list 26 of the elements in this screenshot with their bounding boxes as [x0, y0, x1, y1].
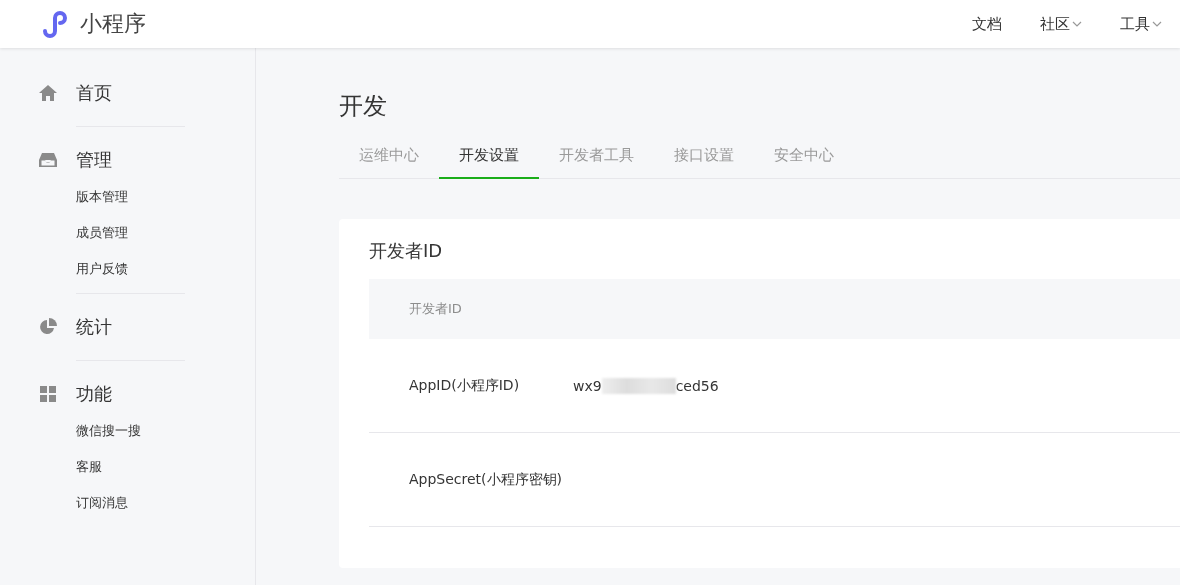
sidebar-item[interactable]: 首页 [76, 81, 112, 105]
field-value: wx9 [573, 377, 602, 394]
pie-chart-icon [38, 317, 58, 337]
tab[interactable]: 开发设置 [439, 146, 539, 179]
sidebar-item[interactable]: 统计 [76, 315, 112, 339]
sidebar-subitem[interactable]: 客服 [76, 458, 102, 476]
nav-link[interactable]: 工具 [1120, 14, 1162, 34]
sidebar-subitem[interactable]: 用户反馈 [76, 260, 128, 278]
page-title: 开发 [339, 91, 388, 122]
field-label: AppSecret(小程序密钥) [409, 470, 564, 489]
inbox-icon [38, 150, 58, 170]
sidebar-subitem[interactable]: 成员管理 [76, 224, 128, 242]
nav-link[interactable]: 社区 [1040, 14, 1082, 34]
nav-link[interactable]: 文档 [972, 14, 1002, 34]
table-header: 开发者ID [369, 279, 1180, 339]
field-value: ced56 [675, 377, 719, 394]
sidebar-item[interactable]: 管理 [76, 148, 112, 172]
field-label: AppID(小程序ID) [409, 376, 521, 395]
home-icon [38, 83, 58, 103]
sidebar-item[interactable]: 功能 [76, 382, 112, 406]
sidebar-subitem[interactable]: 微信搜一搜 [76, 422, 141, 440]
logo-text: 小程序 [80, 10, 146, 38]
card-title: 开发者ID [369, 239, 443, 263]
sidebar-subitem[interactable]: 版本管理 [76, 188, 128, 206]
sidebar-subitem[interactable]: 订阅消息 [76, 494, 128, 512]
grid-icon [38, 384, 58, 404]
